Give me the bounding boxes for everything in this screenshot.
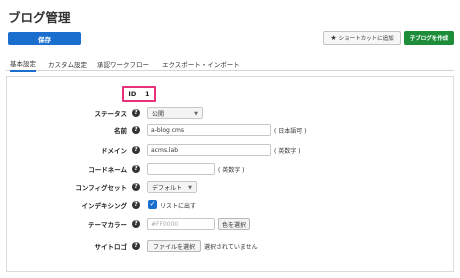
- help-icon[interactable]: ?: [132, 126, 140, 134]
- help-icon[interactable]: ?: [132, 165, 140, 173]
- tab-export-import[interactable]: エクスポート・インポート: [162, 56, 240, 71]
- help-icon[interactable]: ?: [132, 220, 140, 228]
- theme-color-input[interactable]: #FF0000: [147, 218, 215, 230]
- tab-approval-workflow[interactable]: 承認ワークフロー: [97, 56, 149, 71]
- domain-row-label: ドメイン ?: [60, 144, 140, 156]
- domain-label: ドメイン: [101, 147, 127, 155]
- help-icon[interactable]: ?: [132, 242, 140, 250]
- name-row-label: 名前 ?: [60, 124, 140, 136]
- indexing-checkbox[interactable]: ✓: [148, 200, 157, 209]
- status-select[interactable]: 公開 ▼: [147, 107, 203, 119]
- config-set-select[interactable]: デフォルト ▼: [147, 181, 197, 193]
- config-set-value: デフォルト: [152, 184, 183, 192]
- indexing-label: インデキシング: [81, 202, 128, 210]
- page-title: ブログ管理: [8, 10, 71, 25]
- save-button[interactable]: 保存: [8, 32, 81, 45]
- site-logo-row-label: サイトロゴ ?: [60, 240, 140, 252]
- status-label: ステータス: [94, 110, 128, 118]
- codename-row-label: コードネーム ?: [60, 163, 140, 175]
- tab-custom-settings[interactable]: カスタム設定: [48, 56, 87, 71]
- status-row-label: ステータス ?: [60, 107, 140, 119]
- tab-bar: 基本設定 カスタム設定 承認ワークフロー エクスポート・インポート: [6, 56, 454, 72]
- codename-input[interactable]: [147, 163, 215, 175]
- name-hint: ( 日本語可 ): [274, 127, 307, 135]
- blog-id-display: ID 1: [122, 86, 156, 102]
- codename-label: コードネーム: [88, 166, 127, 174]
- tab-basic-settings[interactable]: 基本設定: [10, 56, 36, 72]
- config-set-label: コンフィグセット: [75, 184, 127, 192]
- check-icon: ✓: [149, 200, 156, 208]
- help-icon[interactable]: ?: [132, 201, 140, 209]
- theme-color-row-label: テーマカラー ?: [60, 218, 140, 230]
- help-icon[interactable]: ?: [132, 109, 140, 117]
- codename-hint: ( 英数字 ): [218, 166, 245, 174]
- caret-down-icon: ▼: [194, 111, 198, 117]
- id-value: 1: [145, 90, 150, 98]
- domain-input[interactable]: acms.lab: [147, 144, 271, 156]
- add-shortcut-label: ショートカットに追加: [338, 36, 394, 42]
- caret-down-icon: ▼: [188, 185, 192, 191]
- indexing-checkbox-label[interactable]: リストに出す: [160, 199, 196, 211]
- domain-hint: ( 英数字 ): [274, 147, 301, 155]
- help-icon[interactable]: ?: [132, 146, 140, 154]
- site-logo-label: サイトロゴ: [94, 243, 128, 251]
- status-value: 公開: [152, 110, 165, 118]
- indexing-row-label: インデキシング ?: [60, 199, 140, 211]
- name-label: 名前: [114, 127, 127, 135]
- add-shortcut-button[interactable]: ★ ショートカットに追加: [323, 31, 401, 45]
- choose-color-button[interactable]: 色を選択: [218, 218, 250, 230]
- id-label: ID: [128, 90, 137, 98]
- choose-file-button[interactable]: ファイルを選択: [147, 240, 201, 252]
- file-status-text: 選択されていません: [204, 243, 258, 251]
- create-child-blog-button[interactable]: 子ブログを作成: [404, 31, 454, 45]
- star-icon: ★: [330, 33, 337, 42]
- name-input[interactable]: a-blog cms: [147, 124, 271, 136]
- help-icon[interactable]: ?: [132, 183, 140, 191]
- theme-color-label: テーマカラー: [88, 221, 127, 229]
- config-set-row-label: コンフィグセット ?: [60, 181, 140, 193]
